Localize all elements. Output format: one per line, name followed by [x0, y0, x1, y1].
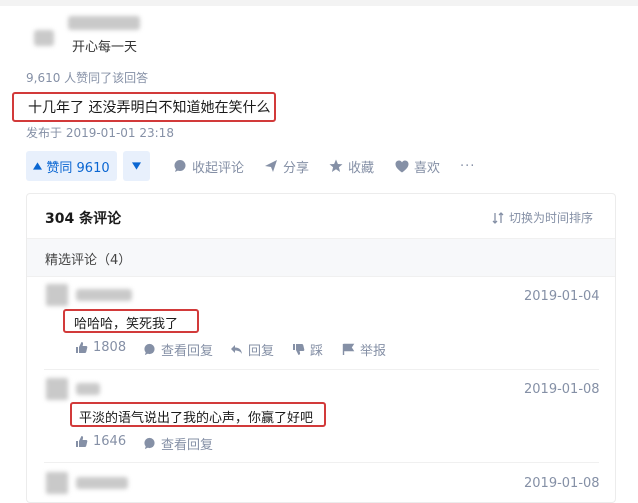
- comment-bubble-icon: [174, 160, 186, 172]
- share-button[interactable]: 分享: [264, 151, 309, 181]
- commenter-name[interactable]: [76, 289, 132, 301]
- comment-divider: [44, 462, 599, 463]
- triangle-up-icon: [33, 162, 43, 170]
- comment-like-button[interactable]: 1808: [75, 340, 126, 355]
- upvote-summary[interactable]: 9,610 人赞同了该回答: [26, 69, 148, 86]
- flag-icon: [342, 343, 355, 355]
- thumb-up-icon: [76, 436, 88, 447]
- sort-arrows-icon: [492, 211, 504, 224]
- answer-content: 十几年了 还没弄明白不知道她在笑什么: [28, 100, 271, 116]
- like-button[interactable]: 喜欢: [395, 151, 440, 181]
- comment-bubble-icon: [144, 343, 155, 356]
- like-label: 喜欢: [414, 160, 441, 176]
- author-avatar[interactable]: [34, 30, 54, 46]
- comment-like-button[interactable]: 1646: [75, 434, 126, 449]
- commenter-avatar[interactable]: [46, 472, 68, 494]
- collapse-comments-button[interactable]: 收起评论: [173, 151, 244, 181]
- commenter-avatar[interactable]: [46, 284, 68, 306]
- publish-time[interactable]: 发布于 2019-01-01 23:18: [26, 124, 174, 141]
- dislike-button[interactable]: 踩: [292, 340, 323, 359]
- reply-button[interactable]: 回复: [230, 340, 274, 359]
- reply-label: 回复: [248, 344, 275, 359]
- comment-text: 平淡的语气说出了我的心声，你赢了好吧: [79, 411, 314, 426]
- thumb-down-icon: [293, 344, 305, 355]
- comment-text: 哈哈哈，笑死我了: [74, 317, 179, 332]
- commenter-avatar[interactable]: [46, 378, 68, 400]
- share-label: 分享: [283, 160, 310, 176]
- comment-bubble-icon: [144, 437, 155, 450]
- report-label: 举报: [360, 344, 387, 359]
- sort-toggle-label: 切换为时间排序: [509, 211, 594, 225]
- view-replies-label: 查看回复: [161, 438, 214, 453]
- top-divider: [0, 0, 638, 6]
- comment-date: 2019-01-08: [524, 382, 600, 397]
- dislike-label: 踩: [310, 344, 324, 359]
- comment-date: 2019-01-04: [524, 289, 600, 304]
- star-icon: [329, 159, 343, 172]
- comment-like-count: 1808: [93, 340, 127, 355]
- collapse-comments-label: 收起评论: [192, 160, 245, 176]
- commenter-name[interactable]: [76, 383, 100, 395]
- paper-plane-icon: [265, 160, 277, 172]
- comment-date: 2019-01-08: [524, 476, 600, 491]
- commenter-name[interactable]: [76, 477, 128, 489]
- more-button[interactable]: ···: [460, 151, 475, 181]
- upvote-button[interactable]: 赞同 9610: [26, 151, 117, 181]
- author-bio: 开心每一天: [72, 40, 138, 55]
- favorite-button[interactable]: 收藏: [329, 151, 374, 181]
- view-replies-button[interactable]: 查看回复: [143, 340, 213, 359]
- favorite-label: 收藏: [348, 160, 375, 176]
- report-button[interactable]: 举报: [342, 340, 386, 359]
- sort-toggle-button[interactable]: 切换为时间排序: [492, 209, 593, 226]
- thumb-up-icon: [76, 342, 88, 353]
- upvote-label: 赞同 9610: [46, 160, 110, 176]
- author-name[interactable]: [68, 16, 140, 30]
- comment-count: 304 条评论: [45, 211, 122, 227]
- downvote-button[interactable]: [123, 151, 150, 181]
- comment-like-count: 1646: [93, 434, 127, 449]
- view-replies-button[interactable]: 查看回复: [143, 434, 213, 453]
- featured-comments-label: 精选评论（4）: [45, 253, 132, 268]
- comment-divider: [44, 369, 599, 370]
- triangle-down-icon: [132, 162, 141, 170]
- reply-arrow-icon: [231, 345, 242, 354]
- view-replies-label: 查看回复: [161, 344, 214, 359]
- heart-icon: [395, 160, 409, 172]
